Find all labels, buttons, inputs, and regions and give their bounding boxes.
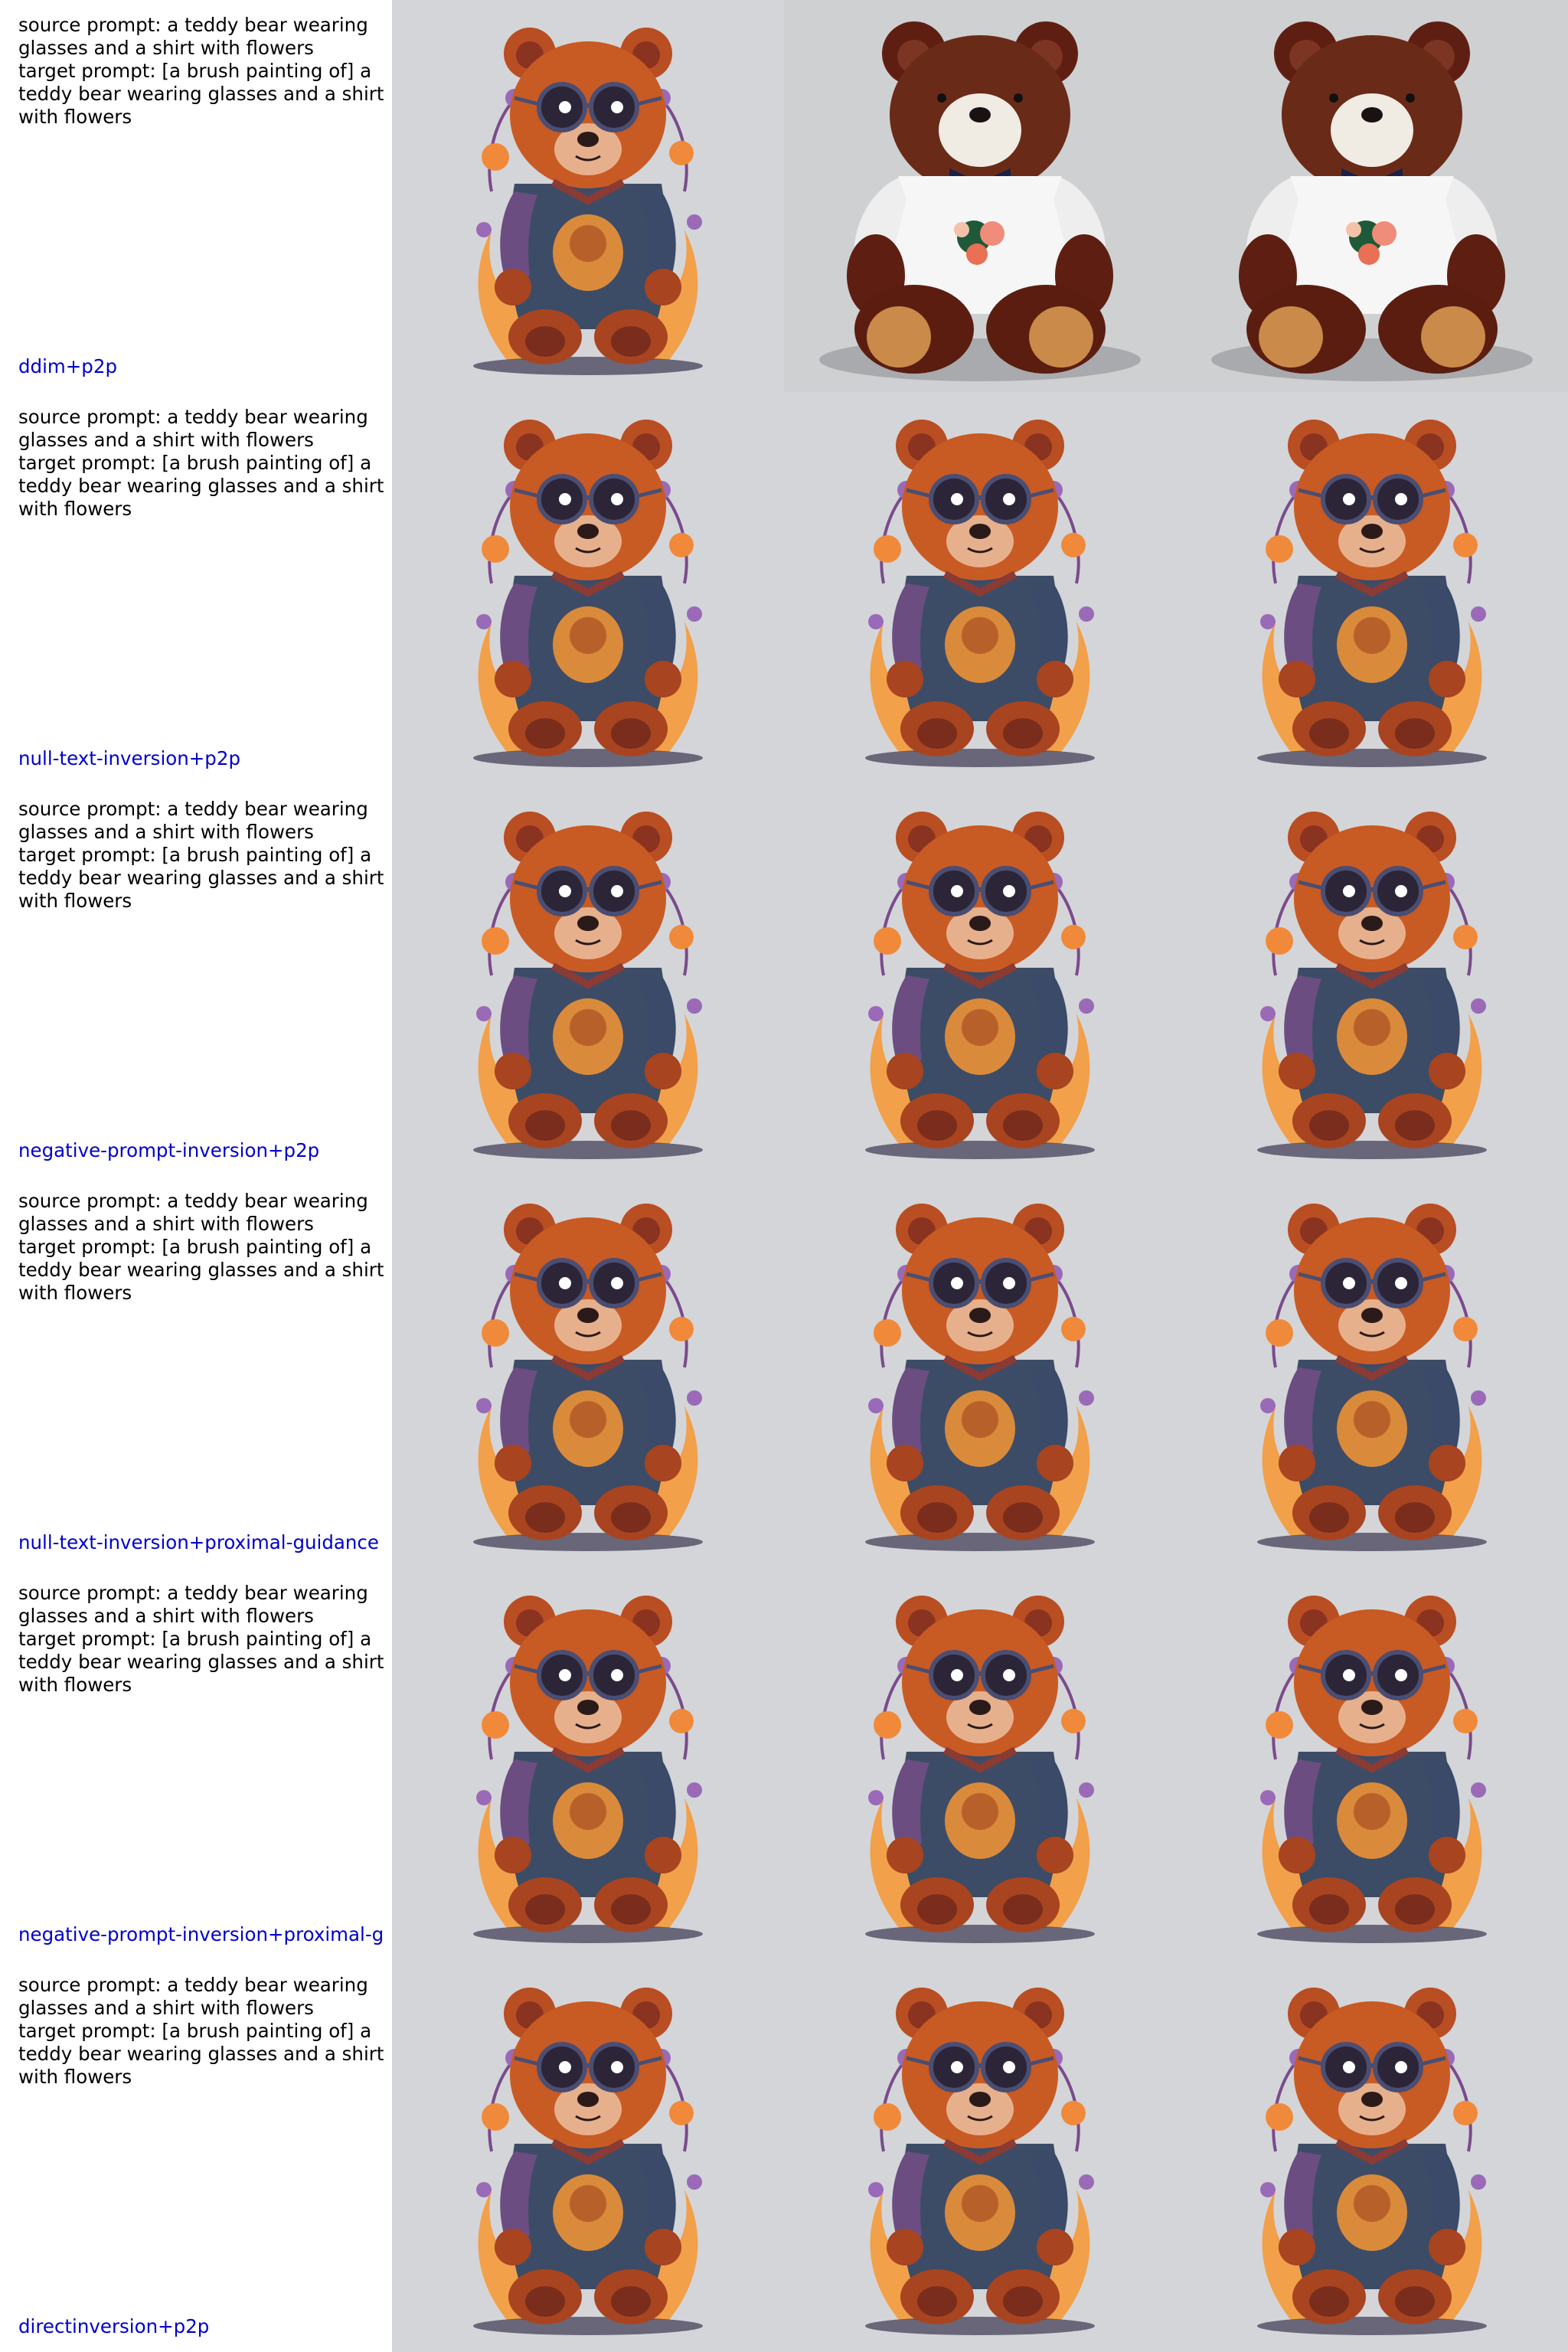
- edited-image: [1176, 0, 1568, 392]
- reconstruction-image: [784, 0, 1176, 392]
- prompt-block: source prompt: a teddy bear wearing glas…: [18, 14, 386, 129]
- edited-image: [1176, 1176, 1568, 1568]
- edited-image: [1176, 784, 1568, 1176]
- target-prompt: target prompt: [a brush painting of] a t…: [18, 844, 384, 912]
- row-caption: source prompt: a teddy bear wearing glas…: [0, 0, 392, 392]
- source-image: [392, 0, 784, 392]
- prompt-block: source prompt: a teddy bear wearing glas…: [18, 798, 386, 913]
- target-prompt: target prompt: [a brush painting of] a t…: [18, 1236, 384, 1304]
- result-row-ddim-p2p: source prompt: a teddy bear wearing glas…: [0, 0, 1568, 392]
- reconstruction-image: [784, 1960, 1176, 2352]
- row-caption: source prompt: a teddy bear wearing glas…: [0, 1960, 392, 2352]
- source-prompt: source prompt: a teddy bear wearing glas…: [18, 1190, 368, 1235]
- target-prompt: target prompt: [a brush painting of] a t…: [18, 60, 384, 128]
- source-prompt: source prompt: a teddy bear wearing glas…: [18, 798, 368, 843]
- method-label: ddim+p2p: [18, 355, 117, 377]
- reconstruction-image: [784, 784, 1176, 1176]
- prompt-block: source prompt: a teddy bear wearing glas…: [18, 1582, 386, 1697]
- source-image: [392, 1568, 784, 1960]
- prompt-block: source prompt: a teddy bear wearing glas…: [18, 1190, 386, 1305]
- target-prompt: target prompt: [a brush painting of] a t…: [18, 1628, 384, 1696]
- target-prompt: target prompt: [a brush painting of] a t…: [18, 452, 384, 520]
- results-grid: source prompt: a teddy bear wearing glas…: [0, 0, 1568, 2352]
- source-image: [392, 1176, 784, 1568]
- reconstruction-image: [784, 392, 1176, 784]
- source-prompt: source prompt: a teddy bear wearing glas…: [18, 1582, 368, 1627]
- row-caption: source prompt: a teddy bear wearing glas…: [0, 1568, 392, 1960]
- method-label: directinversion+p2p: [18, 2315, 210, 2337]
- edited-image: [1176, 1960, 1568, 2352]
- reconstruction-image: [784, 1568, 1176, 1960]
- method-label: negative-prompt-inversion+p2p: [18, 1139, 320, 1161]
- result-row-null-text-inversion-proximal-guidance: source prompt: a teddy bear wearing glas…: [0, 1176, 1568, 1568]
- source-prompt: source prompt: a teddy bear wearing glas…: [18, 1974, 368, 2019]
- prompt-block: source prompt: a teddy bear wearing glas…: [18, 1974, 386, 2089]
- method-label: negative-prompt-inversion+proximal-g: [18, 1923, 384, 1945]
- method-label: null-text-inversion+p2p: [18, 747, 240, 769]
- result-row-directinversion-p2p: source prompt: a teddy bear wearing glas…: [0, 1960, 1568, 2352]
- method-label: null-text-inversion+proximal-guidance: [18, 1531, 379, 1553]
- row-caption: source prompt: a teddy bear wearing glas…: [0, 392, 392, 784]
- result-row-negative-prompt-inversion-proximal-guidance: source prompt: a teddy bear wearing glas…: [0, 1568, 1568, 1960]
- edited-image: [1176, 1568, 1568, 1960]
- source-prompt: source prompt: a teddy bear wearing glas…: [18, 14, 368, 59]
- result-row-negative-prompt-inversion-p2p: source prompt: a teddy bear wearing glas…: [0, 784, 1568, 1176]
- source-image: [392, 784, 784, 1176]
- target-prompt: target prompt: [a brush painting of] a t…: [18, 2020, 384, 2088]
- row-caption: source prompt: a teddy bear wearing glas…: [0, 784, 392, 1176]
- reconstruction-image: [784, 1176, 1176, 1568]
- edited-image: [1176, 392, 1568, 784]
- source-image: [392, 392, 784, 784]
- source-image: [392, 1960, 784, 2352]
- row-caption: source prompt: a teddy bear wearing glas…: [0, 1176, 392, 1568]
- result-row-null-text-inversion-p2p: source prompt: a teddy bear wearing glas…: [0, 392, 1568, 784]
- prompt-block: source prompt: a teddy bear wearing glas…: [18, 406, 386, 521]
- source-prompt: source prompt: a teddy bear wearing glas…: [18, 406, 368, 451]
